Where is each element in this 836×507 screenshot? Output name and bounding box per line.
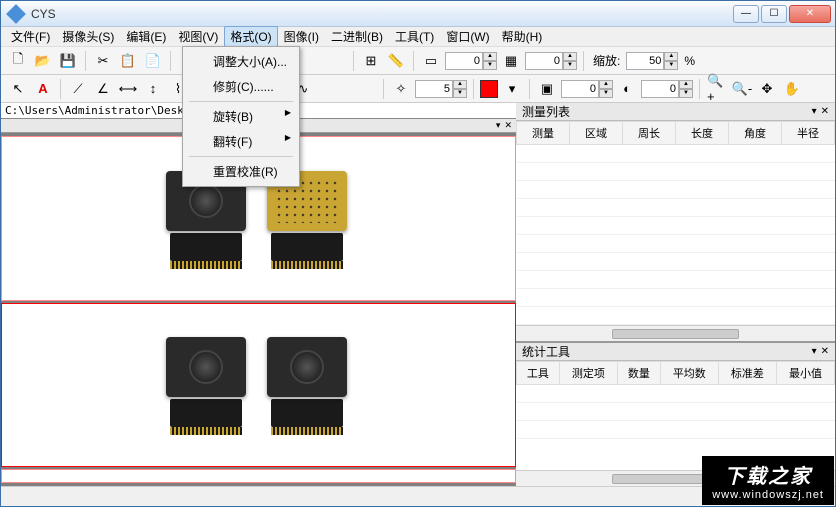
menu-window[interactable]: 窗口(W) xyxy=(440,26,495,47)
contrast-icon[interactable]: ◐ xyxy=(616,78,638,100)
measure-title: 测量列表 xyxy=(522,103,808,120)
spin-2[interactable]: ▲▼ xyxy=(525,52,577,70)
measure-panel: 测量列表 ▾ ✕ 测量区域 周长长度 角度半径 xyxy=(516,103,835,341)
panel-close-icon[interactable]: ✕ xyxy=(821,106,829,117)
dd-resize[interactable]: 调整大小(A)... xyxy=(185,49,297,74)
titlebar: CYS — ☐ ✕ xyxy=(1,1,835,27)
panel-close-icon[interactable]: ✕ xyxy=(821,346,829,357)
layers-icon[interactable]: ▦ xyxy=(500,50,522,72)
menu-format[interactable]: 格式(O) xyxy=(224,26,277,47)
dd-rotate[interactable]: 旋转(B) xyxy=(185,104,297,129)
dd-trim[interactable]: 修剪(C)...... xyxy=(185,74,297,99)
toolbar-1: 🗋 📂 💾 ✂ 📋 📄 ↶ ↷ ⊞ 📏 ▭ ▲▼ ▦ ▲▼ 缩放: ▲▼ % xyxy=(1,47,835,75)
spin-1[interactable]: ▲▼ xyxy=(445,52,497,70)
border-icon[interactable]: ▣ xyxy=(536,78,558,100)
color-swatch[interactable] xyxy=(480,80,498,98)
image-slot-2[interactable] xyxy=(1,303,516,468)
menu-view[interactable]: 视图(V) xyxy=(172,26,224,47)
rect-icon[interactable]: ▭ xyxy=(420,50,442,72)
close-button[interactable]: ✕ xyxy=(789,5,831,23)
vdim-icon[interactable]: ↕ xyxy=(142,78,164,100)
copy-icon[interactable]: 📋 xyxy=(117,50,139,72)
minimize-button[interactable]: — xyxy=(733,5,759,23)
dd-reset-cal[interactable]: 重置校准(R) xyxy=(185,159,297,184)
watermark: 下载之家 www.windowszj.net xyxy=(702,456,834,505)
toolbar-2: ↖ A ⟋ ∠ ⟷ ↕ ⌇ △ ▱ ○ ◠ ∿ ✧ ▲▼ ▾ ▣ ▲▼ ◐ ▲▼… xyxy=(1,75,835,103)
app-title: CYS xyxy=(31,7,733,21)
ruler-icon[interactable]: 📏 xyxy=(385,50,407,72)
color-dd-icon[interactable]: ▾ xyxy=(501,78,523,100)
app-icon xyxy=(6,4,26,24)
stats-title: 统计工具 xyxy=(522,343,808,360)
image-slot-empty[interactable] xyxy=(1,469,516,483)
maximize-button[interactable]: ☐ xyxy=(761,5,787,23)
zoom-label: 缩放: xyxy=(593,52,620,69)
menu-file[interactable]: 文件(F) xyxy=(5,26,56,47)
wand-icon[interactable]: ✧ xyxy=(390,78,412,100)
contrast-spinner[interactable]: ▲▼ xyxy=(641,80,693,98)
border-spinner[interactable]: ▲▼ xyxy=(561,80,613,98)
pane-close-icon[interactable]: ✕ xyxy=(504,120,512,131)
dd-flip[interactable]: 翻转(F) xyxy=(185,129,297,154)
menu-edit[interactable]: 编辑(E) xyxy=(120,26,172,47)
dd-sep xyxy=(189,101,293,102)
angle-tool-icon[interactable]: ∠ xyxy=(92,78,114,100)
stats-table[interactable]: 工具测定项 数量平均数 标准差最小值 xyxy=(516,361,835,470)
open-icon[interactable]: 📂 xyxy=(32,50,54,72)
text-icon[interactable]: A xyxy=(32,78,54,100)
zoom-out-icon[interactable]: 🔍- xyxy=(731,78,753,100)
panel-pin-icon[interactable]: ▾ xyxy=(812,106,817,117)
new-icon[interactable]: 🗋 xyxy=(7,50,29,72)
menu-tools[interactable]: 工具(T) xyxy=(389,26,440,47)
zoom-unit: % xyxy=(684,54,695,68)
panel-pin-icon[interactable]: ▾ xyxy=(812,346,817,357)
wand-spinner[interactable]: ▲▼ xyxy=(415,80,467,98)
dimension-icon[interactable]: ⟷ xyxy=(117,78,139,100)
menu-image[interactable]: 图像(I) xyxy=(278,26,325,47)
menu-binary[interactable]: 二进制(B) xyxy=(325,26,389,47)
pointer-icon[interactable]: ↖ xyxy=(7,78,29,100)
right-pane: 测量列表 ▾ ✕ 测量区域 周长长度 角度半径 xyxy=(516,103,835,486)
pan-icon[interactable]: ✥ xyxy=(756,78,778,100)
measure-table[interactable]: 测量区域 周长长度 角度半径 xyxy=(516,121,835,325)
dd-sep xyxy=(189,156,293,157)
cut-icon[interactable]: ✂ xyxy=(92,50,114,72)
format-dropdown: 调整大小(A)... 修剪(C)...... 旋转(B) 翻转(F) 重置校准(… xyxy=(182,46,300,187)
menubar: 文件(F) 摄像头(S) 编辑(E) 视图(V) 格式(O) 图像(I) 二进制… xyxy=(1,27,835,47)
save-icon[interactable]: 💾 xyxy=(57,50,79,72)
line-tool-icon[interactable]: ⟋ xyxy=(67,78,89,100)
hand-icon[interactable]: ✋ xyxy=(781,78,803,100)
scroll-x[interactable] xyxy=(516,325,835,341)
zoom-in-icon[interactable]: 🔍+ xyxy=(706,78,728,100)
grid-icon[interactable]: ⊞ xyxy=(360,50,382,72)
menu-camera[interactable]: 摄像头(S) xyxy=(56,26,120,47)
menu-help[interactable]: 帮助(H) xyxy=(496,26,549,47)
zoom-spinner[interactable]: ▲▼ xyxy=(626,52,678,70)
paste-icon[interactable]: 📄 xyxy=(142,50,164,72)
pane-pin-icon[interactable]: ▾ xyxy=(496,120,501,131)
